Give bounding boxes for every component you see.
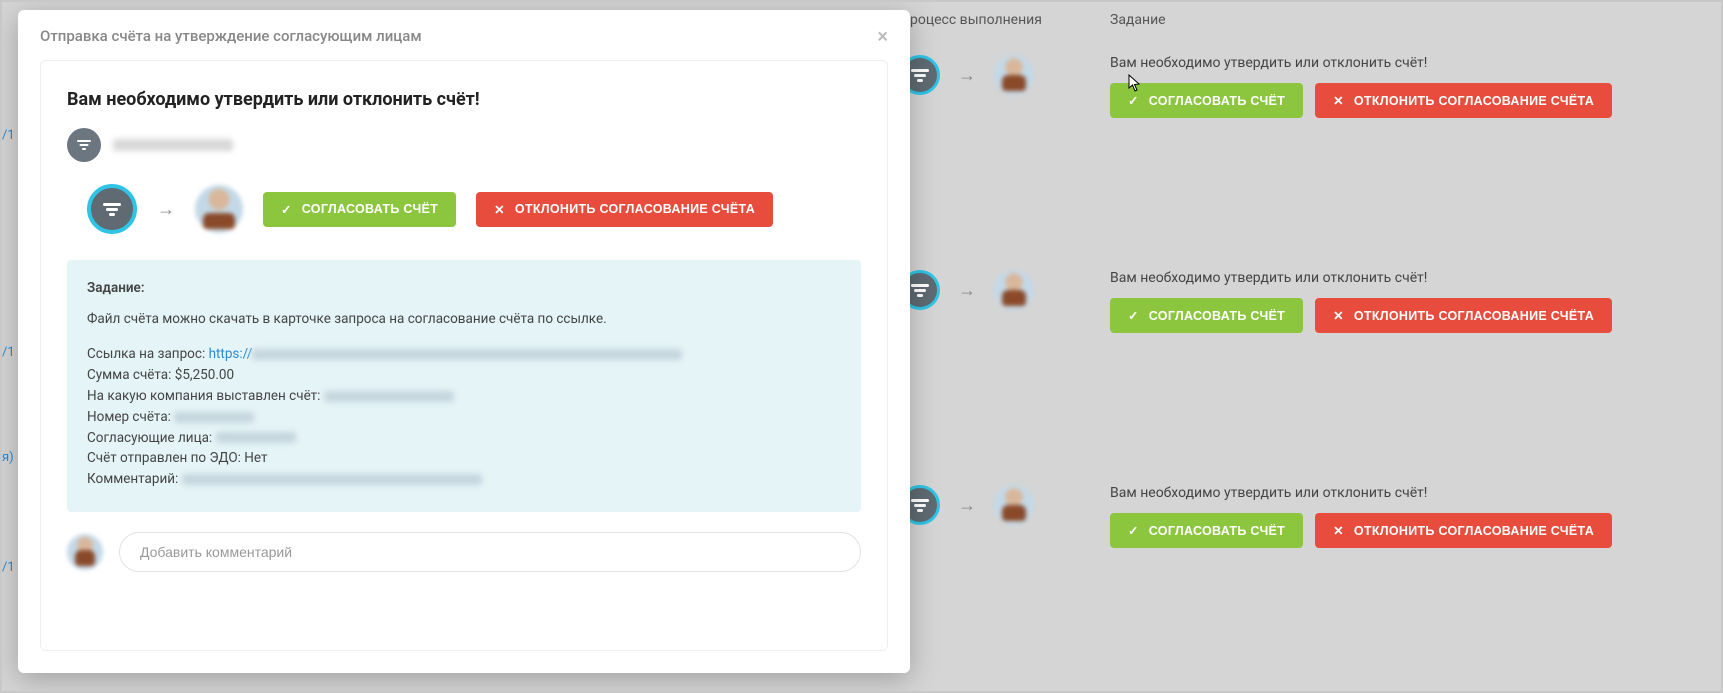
task-invoice-row: Номер счёта: bbox=[87, 407, 841, 428]
close-icon[interactable]: × bbox=[877, 26, 888, 46]
reject-button[interactable]: ОТКЛОНИТЬ СОГЛАСОВАНИЕ СЧЁТА bbox=[1315, 513, 1612, 548]
modal-process-row: → СОГЛАСОВАТЬ СЧЁТ ОТКЛОНИТЬ СОГЛАСОВАНИ… bbox=[67, 184, 861, 234]
modal-header: Отправка счёта на утверждение согласующи… bbox=[18, 10, 910, 60]
modal-header-title: Отправка счёта на утверждение согласующи… bbox=[40, 27, 422, 45]
reject-button[interactable]: ОТКЛОНИТЬ СОГЛАСОВАНИЕ СЧЁТА bbox=[476, 192, 773, 227]
x-icon bbox=[1333, 93, 1344, 108]
check-icon bbox=[1128, 523, 1139, 538]
x-icon bbox=[1333, 523, 1344, 538]
task-comment-row: Комментарий: bbox=[87, 469, 841, 490]
modal-body: Вам необходимо утвердить или отклонить с… bbox=[40, 60, 888, 651]
author-icon bbox=[67, 128, 101, 162]
task-title: Вам необходимо утвердить или отклонить с… bbox=[1110, 270, 1703, 286]
task-title: Вам необходимо утвердить или отклонить с… bbox=[1110, 485, 1703, 501]
amount-value: $5,250.00 bbox=[175, 367, 234, 383]
request-link[interactable]: https:// bbox=[209, 346, 683, 362]
avatar bbox=[994, 485, 1034, 525]
check-icon bbox=[1128, 308, 1139, 323]
task-link-row: Ссылка на запрос: https:// bbox=[87, 344, 841, 365]
approve-button[interactable]: СОГЛАСОВАТЬ СЧЁТ bbox=[1110, 513, 1303, 548]
arrow-icon: → bbox=[958, 65, 976, 86]
current-user-avatar bbox=[67, 534, 103, 570]
arrow-icon: → bbox=[157, 199, 175, 220]
x-icon bbox=[1333, 308, 1344, 323]
company-label: На какую компания выставлен счёт: bbox=[87, 388, 320, 404]
task-approvers-row: Согласующие лица: bbox=[87, 428, 841, 449]
process-start-icon bbox=[87, 184, 137, 234]
col-header-task: Задание bbox=[1110, 12, 1510, 28]
reject-button[interactable]: ОТКЛОНИТЬ СОГЛАСОВАНИЕ СЧЁТА bbox=[1315, 298, 1612, 333]
check-icon bbox=[281, 202, 292, 217]
comment-input[interactable] bbox=[119, 532, 861, 572]
comment-label: Комментарий: bbox=[87, 471, 178, 487]
approve-button[interactable]: СОГЛАСОВАТЬ СЧЁТ bbox=[263, 192, 456, 227]
edge-text: /1 bbox=[2, 560, 15, 575]
arrow-icon: → bbox=[958, 280, 976, 301]
invoice-label: Номер счёта: bbox=[87, 409, 171, 425]
approvers-label: Согласующие лица: bbox=[87, 430, 212, 446]
task-amount-row: Сумма счёта: $5,250.00 bbox=[87, 365, 841, 386]
edo-value: Нет bbox=[244, 450, 267, 466]
approve-button[interactable]: СОГЛАСОВАТЬ СЧЁТ bbox=[1110, 83, 1303, 118]
col-header-process: Процесс выполнения bbox=[900, 12, 1110, 28]
author-row bbox=[67, 128, 861, 162]
task-details-panel: Задание: Файл счёта можно скачать в карт… bbox=[67, 260, 861, 512]
link-label: Ссылка на запрос: bbox=[87, 346, 205, 362]
process-flow: → bbox=[900, 270, 1110, 310]
edge-text: /1 bbox=[2, 345, 15, 360]
approve-button[interactable]: СОГЛАСОВАТЬ СЧЁТ bbox=[1110, 298, 1303, 333]
process-flow: → bbox=[900, 55, 1110, 95]
task-row: → Вам необходимо утвердить или отклонить… bbox=[900, 55, 1703, 118]
task-description: Файл счёта можно скачать в карточке запр… bbox=[87, 309, 841, 330]
task-row: → Вам необходимо утвердить или отклонить… bbox=[900, 485, 1703, 548]
check-icon bbox=[1128, 93, 1139, 108]
x-icon bbox=[494, 202, 505, 217]
task-edo-row: Счёт отправлен по ЭДО: Нет bbox=[87, 448, 841, 469]
avatar bbox=[994, 55, 1034, 95]
task-heading: Задание: bbox=[87, 278, 841, 299]
avatar bbox=[195, 185, 243, 233]
approval-modal: Отправка счёта на утверждение согласующи… bbox=[18, 10, 910, 673]
edge-text: /1 bbox=[2, 128, 15, 143]
avatar bbox=[994, 270, 1034, 310]
arrow-icon: → bbox=[958, 495, 976, 516]
reject-button[interactable]: ОТКЛОНИТЬ СОГЛАСОВАНИЕ СЧЁТА bbox=[1315, 83, 1612, 118]
edge-text: я) bbox=[2, 450, 14, 465]
modal-title: Вам необходимо утвердить или отклонить с… bbox=[67, 89, 861, 110]
task-title: Вам необходимо утвердить или отклонить с… bbox=[1110, 55, 1703, 71]
amount-label: Сумма счёта: bbox=[87, 367, 171, 383]
process-flow: → bbox=[900, 485, 1110, 525]
edo-label: Счёт отправлен по ЭДО: bbox=[87, 450, 241, 466]
comment-composer bbox=[67, 532, 861, 572]
task-company-row: На какую компания выставлен счёт: bbox=[87, 386, 841, 407]
bg-column-headers: Процесс выполнения Задание bbox=[900, 12, 1510, 28]
author-name-redacted bbox=[113, 139, 233, 151]
task-row: → Вам необходимо утвердить или отклонить… bbox=[900, 270, 1703, 333]
